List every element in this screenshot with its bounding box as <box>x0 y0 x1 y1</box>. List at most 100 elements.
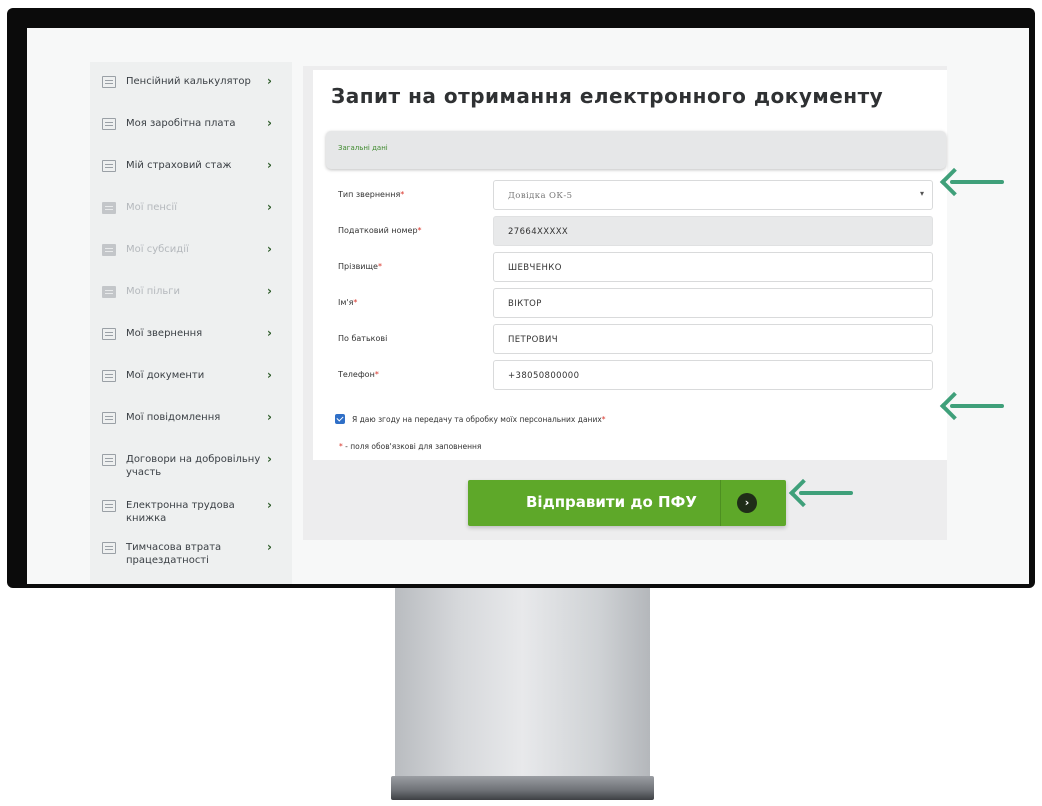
monitor-bezel: Пенсійний калькулятор › Моя заробітна пл… <box>7 8 1035 588</box>
consent-checkbox[interactable] <box>335 414 345 424</box>
chevron-right-icon: › <box>267 116 272 130</box>
patronymic-input[interactable]: ПЕТРОВИЧ <box>493 324 933 354</box>
sidebar-menu: Пенсійний калькулятор › Моя заробітна пл… <box>90 62 292 584</box>
sidebar-item-requests[interactable]: Мої звернення › <box>90 314 292 354</box>
main-panel: Запит на отримання електронного документ… <box>303 66 947 540</box>
envelope-icon <box>102 412 116 424</box>
sidebar-item-label: Мої пенсії <box>126 202 177 213</box>
section-header-general[interactable]: Загальні дані <box>326 131 946 169</box>
first-name-input[interactable]: ВІКТОР <box>493 288 933 318</box>
field-label: Податковий номер* <box>338 226 422 235</box>
required-marker: * <box>417 226 422 235</box>
button-divider <box>720 480 721 526</box>
form-row-patronymic: По батькові ПЕТРОВИЧ <box>313 324 947 354</box>
form-row-surname: Прізвище* ШЕВЧЕНКО <box>313 252 947 282</box>
mail-icon <box>102 328 116 340</box>
callout-arrow-submit <box>788 478 853 508</box>
phone-input[interactable]: +38050800000 <box>493 360 933 390</box>
field-label: Прізвище* <box>338 262 382 271</box>
field-value: ПЕТРОВИЧ <box>508 335 558 345</box>
request-form: Запит на отримання електронного документ… <box>313 70 947 460</box>
chevron-right-icon: › <box>267 326 272 340</box>
chevron-right-icon: › <box>267 368 272 382</box>
sidebar-item-subsidies[interactable]: Мої субсидії › <box>90 230 292 270</box>
submit-button-label: Відправити до ПФУ <box>526 493 697 511</box>
submit-to-pfu-button[interactable]: Відправити до ПФУ › <box>468 480 786 526</box>
sidebar-item-voluntary-contracts[interactable]: Договори на добровільну участь › <box>90 440 292 486</box>
chevron-right-icon: › <box>267 452 272 466</box>
arrow-left-icon <box>939 391 969 421</box>
folder-icon <box>102 202 116 214</box>
chevron-right-icon: › <box>267 284 272 298</box>
chevron-right-icon: › <box>267 200 272 214</box>
folder-icon <box>102 244 116 256</box>
sidebar-item-pension-calculator[interactable]: Пенсійний калькулятор › <box>90 62 292 102</box>
sidebar-item-label: Мої субсидії <box>126 244 189 255</box>
envelope-icon <box>102 454 116 466</box>
tax-number-field: 27664XXXXX <box>493 216 933 246</box>
book-icon <box>102 500 116 512</box>
sidebar-item-label: Тимчасова втрата працездатності <box>126 542 222 566</box>
sidebar-item-label: Моя заробітна плата <box>126 118 236 129</box>
required-fields-note: * - поля обов'язкові для заповнення <box>339 442 482 451</box>
sidebar-item-label: Мої пільги <box>126 286 181 297</box>
document-icon <box>102 370 116 382</box>
chevron-right-icon: › <box>267 158 272 172</box>
calendar-icon <box>102 160 116 172</box>
sidebar-item-temporary-disability[interactable]: Тимчасова втрата працездатності › <box>90 528 292 576</box>
sidebar-item-label: Договори на добровільну участь <box>126 454 261 478</box>
consent-label[interactable]: Я даю згоду на передачу та обробку моїх … <box>352 415 606 424</box>
sidebar-item-benefits[interactable]: Мої пільги › <box>90 272 292 312</box>
form-row-tax-number: Податковий номер* 27664XXXXX <box>313 216 947 246</box>
required-marker: * <box>339 442 343 451</box>
request-type-select[interactable]: Довідка ОК-5 ▾ <box>493 180 933 210</box>
required-marker: * <box>377 262 382 271</box>
book-icon <box>102 542 116 554</box>
form-row-first-name: Ім'я* ВІКТОР <box>313 288 947 318</box>
required-marker: * <box>400 190 405 199</box>
field-value: ШЕВЧЕНКО <box>508 263 562 273</box>
sidebar-item-label: Мої повідомлення <box>126 412 221 423</box>
sidebar-item-insurance-record[interactable]: Мій страховий стаж › <box>90 146 292 186</box>
field-value: 27664XXXXX <box>508 227 569 237</box>
surname-input[interactable]: ШЕВЧЕНКО <box>493 252 933 282</box>
sidebar-item-employment-record[interactable]: Електронна трудова книжка › <box>90 486 292 526</box>
chevron-right-icon: › <box>267 540 272 554</box>
chevron-right-icon: › <box>267 74 272 88</box>
arrow-left-icon <box>788 478 818 508</box>
required-marker: * <box>601 415 606 424</box>
monitor-stand <box>395 588 650 776</box>
form-row-phone: Телефон* +38050800000 <box>313 360 947 390</box>
sidebar-item-label: Мій страховий стаж <box>126 160 232 171</box>
field-label: Телефон* <box>338 370 379 379</box>
required-marker: * <box>374 370 379 379</box>
calculator-icon <box>102 76 116 88</box>
page-title: Запит на отримання електронного документ… <box>331 84 884 108</box>
sidebar-item-label: Пенсійний калькулятор <box>126 76 251 87</box>
callout-arrow-consent <box>939 391 1004 421</box>
chevron-right-icon: › <box>267 498 272 512</box>
monitor-screen: Пенсійний калькулятор › Моя заробітна пл… <box>27 28 1029 584</box>
field-label: Ім'я* <box>338 298 358 307</box>
sidebar-item-label: Мої звернення <box>126 328 203 339</box>
sidebar-item-documents[interactable]: Мої документи › <box>90 356 292 396</box>
monitor-stand-base <box>391 776 654 800</box>
field-label: По батькові <box>338 334 388 343</box>
sidebar-item-pensions[interactable]: Мої пенсії › <box>90 188 292 228</box>
sidebar-item-salary[interactable]: Моя заробітна плата › <box>90 104 292 144</box>
folder-icon <box>102 286 116 298</box>
required-marker: * <box>353 298 358 307</box>
callout-arrow-request-type <box>939 167 1004 197</box>
form-row-request-type: Тип звернення* Довідка ОК-5 ▾ <box>313 180 947 210</box>
field-value: +38050800000 <box>508 371 580 381</box>
sidebar-item-label: Електронна трудова книжка <box>126 500 235 524</box>
field-label: Тип звернення* <box>338 190 405 199</box>
chevron-down-icon: ▾ <box>919 189 924 198</box>
wallet-icon <box>102 118 116 130</box>
field-value: ВІКТОР <box>508 299 542 309</box>
arrow-right-circle-icon: › <box>737 493 757 513</box>
sidebar-item-notifications[interactable]: Мої повідомлення › <box>90 398 292 438</box>
sidebar-item-label: Мої документи <box>126 370 205 381</box>
arrow-left-icon <box>939 167 969 197</box>
chevron-right-icon: › <box>267 242 272 256</box>
